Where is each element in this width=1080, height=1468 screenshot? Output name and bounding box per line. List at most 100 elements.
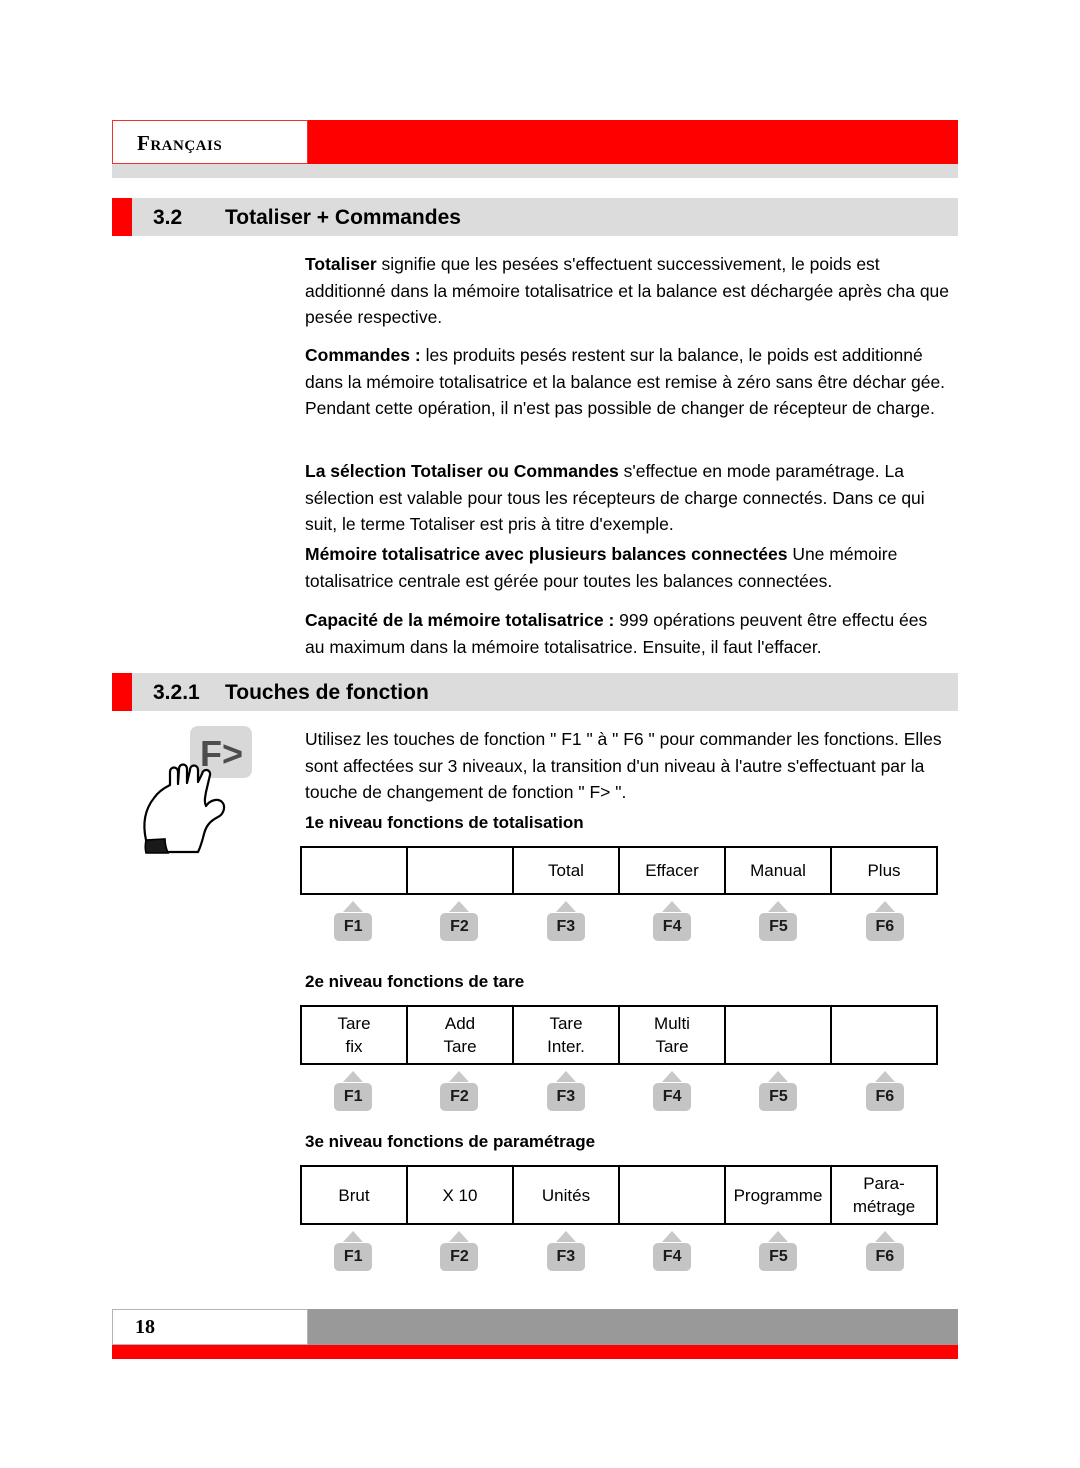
key-cell-line1: X 10 (442, 1185, 478, 1205)
key-cell-line1: Para- (863, 1174, 905, 1193)
function-key-button[interactable]: F1 (334, 1083, 373, 1111)
key-cell: Total (514, 848, 620, 893)
function-key-table-level-2: Tare fix Add Tare Tare Inter. Multi Tare F1 … (300, 1005, 938, 1111)
function-key-slot: F5 (725, 1071, 831, 1111)
triangle-pointer-icon (343, 1231, 364, 1242)
key-cell-line1: Tare (549, 1014, 583, 1033)
section-number: 3.2 (153, 206, 183, 229)
key-cell (302, 848, 408, 893)
key-cell-line1: Programme (733, 1185, 823, 1205)
level-2-title: 2e niveau fonctions de tare (305, 972, 525, 991)
key-cell (832, 1007, 936, 1063)
page-header: Français (112, 120, 958, 164)
document-page: Français 3.2 Totaliser + Commandes Total… (0, 0, 1080, 1468)
key-cell-line1: Multi (654, 1014, 690, 1033)
footer-red-bar (112, 1345, 958, 1359)
key-cell: Add Tare (408, 1007, 514, 1063)
key-cell: X 10 (408, 1167, 514, 1223)
key-cell (408, 848, 514, 893)
function-key-button[interactable]: F6 (865, 1083, 904, 1111)
page-number: 18 (135, 1316, 155, 1338)
function-key-slot: F5 (725, 1231, 831, 1271)
triangle-pointer-icon (874, 1071, 895, 1082)
function-key-slot: F3 (513, 1071, 619, 1111)
paragraph-lead: Capacité de la mémoire totalisatrice : (305, 610, 615, 630)
triangle-pointer-icon (449, 901, 470, 912)
triangle-pointer-icon (874, 901, 895, 912)
paragraph-selection: La sélection Totaliser ou Commandes s'ef… (305, 458, 950, 538)
function-key-slot: F1 (300, 901, 406, 941)
function-key-slot: F3 (513, 901, 619, 941)
section-marker-square (112, 198, 132, 236)
function-key-button[interactable]: F5 (759, 913, 798, 941)
key-cell-line1: Effacer (645, 861, 699, 880)
key-cell-line1: Tare (337, 1014, 371, 1033)
key-cell-line2: Tare (655, 1037, 689, 1056)
key-cell-line2: Tare (443, 1037, 477, 1056)
function-key-slot: F3 (513, 1231, 619, 1271)
key-cell: Effacer (620, 848, 726, 893)
key-cell: Manual (726, 848, 832, 893)
function-key-button[interactable]: F5 (759, 1083, 798, 1111)
section-heading-3-2: 3.2 Totaliser + Commandes (112, 198, 958, 236)
function-key-slot: F6 (832, 901, 938, 941)
function-key-button[interactable]: F3 (546, 1083, 585, 1111)
function-key-slot: F2 (406, 1231, 512, 1271)
key-cell (620, 1167, 726, 1223)
section-title: Totaliser + Commandes (225, 206, 461, 229)
paragraph-memoire: Mémoire totalisatrice avec plusieurs bal… (305, 541, 950, 594)
key-cell-line1: Unités (541, 1185, 591, 1205)
key-cell-line2: Inter. (547, 1037, 585, 1056)
function-key-table-level-1: Total Effacer Manual Plus F1 F2 F3 F4 F5… (300, 846, 938, 941)
triangle-pointer-icon (768, 1231, 789, 1242)
header-gray-strip (112, 164, 958, 178)
function-key-button[interactable]: F2 (440, 1243, 479, 1271)
section-title: Touches de fonction (225, 681, 429, 704)
triangle-pointer-icon (768, 901, 789, 912)
key-cell-line1: Total (548, 861, 584, 880)
function-key-button[interactable]: F4 (653, 1243, 692, 1271)
function-key-buttons-row: F1 F2 F3 F4 F5 F6 (300, 1231, 938, 1271)
footer-page-tab: 18 (112, 1309, 308, 1345)
function-key-button[interactable]: F2 (440, 1083, 479, 1111)
function-key-button[interactable]: F4 (653, 913, 692, 941)
function-key-button[interactable]: F6 (865, 1243, 904, 1271)
key-cell: Brut (302, 1167, 408, 1223)
key-cell-line1: Brut (338, 1185, 370, 1205)
key-label-row: Brut X 10 Unités Programme Para-métrage (300, 1165, 938, 1225)
triangle-pointer-icon (449, 1071, 470, 1082)
function-key-button[interactable]: F1 (334, 913, 373, 941)
function-key-button[interactable]: F1 (334, 1243, 373, 1271)
function-key-button[interactable]: F5 (759, 1243, 798, 1271)
key-cell: Multi Tare (620, 1007, 726, 1063)
paragraph-lead: Totaliser (305, 254, 377, 274)
function-key-button[interactable]: F6 (865, 913, 904, 941)
function-key-button[interactable]: F3 (546, 1243, 585, 1271)
key-cell: Plus (832, 848, 936, 893)
key-cell-line1: Plus (867, 861, 901, 880)
level-3-title: 3e niveau fonctions de paramétrage (305, 1132, 596, 1151)
function-key-slot: F1 (300, 1231, 406, 1271)
triangle-pointer-icon (343, 901, 364, 912)
key-cell-line2: métrage (852, 1197, 916, 1216)
triangle-pointer-icon (555, 901, 576, 912)
key-cell-line2: fix (345, 1037, 363, 1056)
function-key-button[interactable]: F4 (653, 1083, 692, 1111)
function-key-button[interactable]: F2 (440, 913, 479, 941)
key-cell: Unités (514, 1167, 620, 1223)
function-key-slot: F4 (619, 901, 725, 941)
function-key-slot: F1 (300, 1071, 406, 1111)
triangle-pointer-icon (555, 1231, 576, 1242)
function-key-buttons-row: F1 F2 F3 F4 F5 F6 (300, 1071, 938, 1111)
function-keys-intro: Utilisez les touches de fonction " F1 " … (305, 729, 942, 802)
paragraph-lead: La sélection Totaliser ou Commandes (305, 461, 619, 481)
triangle-pointer-icon (768, 1071, 789, 1082)
triangle-pointer-icon (343, 1071, 364, 1082)
triangle-pointer-icon (449, 1231, 470, 1242)
hand-pressing-key-icon: F> (132, 722, 282, 857)
triangle-pointer-icon (662, 1231, 683, 1242)
function-key-button[interactable]: F3 (546, 913, 585, 941)
key-cell (726, 1007, 832, 1063)
section-number: 3.2.1 (153, 681, 200, 704)
triangle-pointer-icon (555, 1071, 576, 1082)
